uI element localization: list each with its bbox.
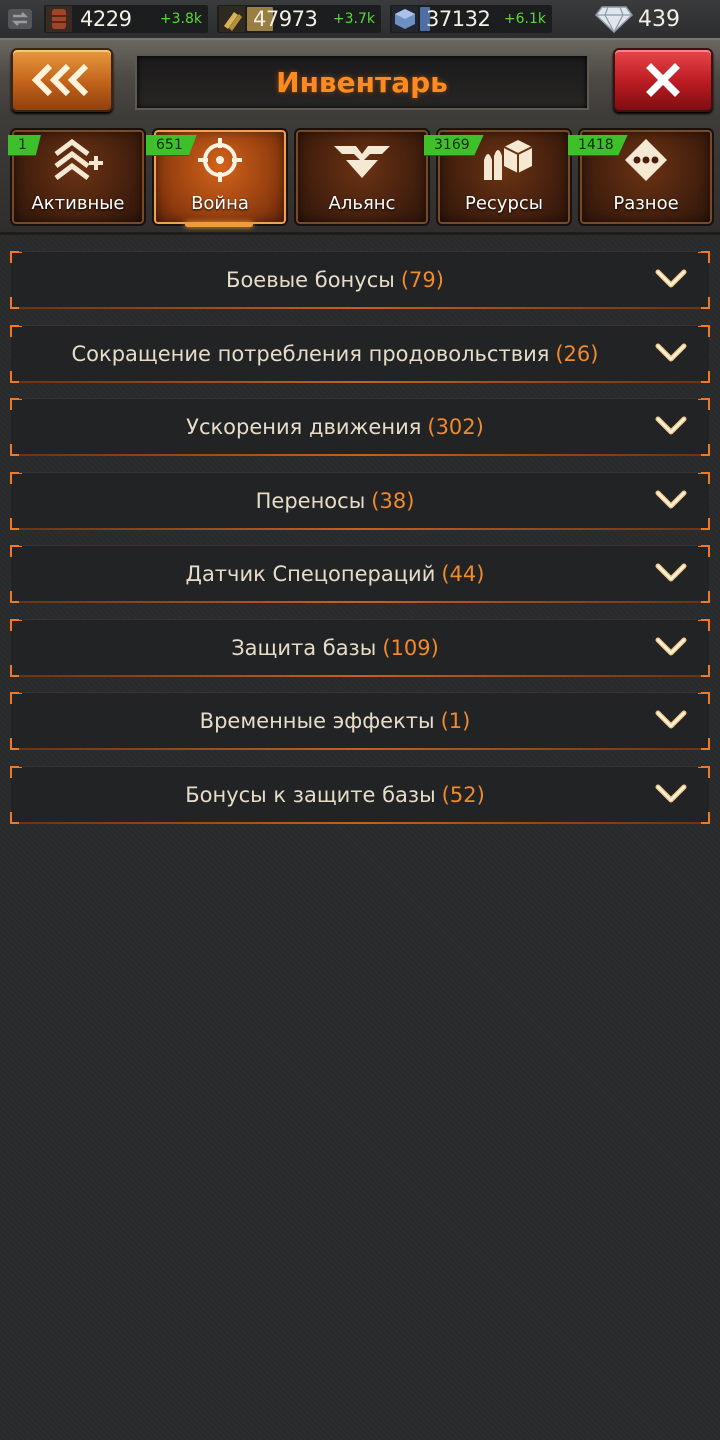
gems-counter[interactable]: 439 [594,3,680,35]
page-title-box: Инвентарь [135,54,589,110]
inventory-header: Инвентарь [0,38,720,124]
triple-chevron-left-icon [31,63,89,97]
resource-oil-gain: +3.8k [159,11,202,27]
category-row[interactable]: Датчик Спецопераций (44) [10,545,710,603]
tab-misc-count: 1418 [568,135,628,156]
category-name: Ускорения движения [186,415,422,439]
category-count: (44) [441,562,485,586]
category-name: Защита базы [231,636,377,660]
resource-ammo[interactable]: 47973 +3.7k [217,5,381,33]
frame-corner [698,472,710,484]
category-row[interactable]: Защита базы (109) [10,619,710,677]
resource-steel-gain: +6.1k [503,11,546,27]
diamond-icon [594,6,634,34]
alliance-wings-icon [334,146,390,178]
resource-steel-value: 37132 [426,7,491,31]
category-name: Переносы [255,489,366,513]
chevron-down-icon[interactable] [655,341,687,367]
frame-corner [698,251,710,263]
category-name: Бонусы к защите базы [185,783,436,807]
category-count: (52) [441,783,485,807]
resource-oil[interactable]: 4229 +3.8k [44,5,208,33]
category-row[interactable]: Боевые бонусы (79) [10,251,710,309]
resource-oil-value: 4229 [80,7,132,31]
category-title: Боевые бонусы (79) [11,252,659,308]
category-title: Временные эффекты (1) [11,693,659,749]
resource-steel[interactable]: 37132 +6.1k [390,5,552,33]
tab-alliance[interactable]: Альянс [294,128,430,226]
frame-corner [698,325,710,337]
category-count: (26) [555,342,599,366]
page-title: Инвентарь [276,65,448,99]
frame-corner [698,545,710,557]
category-row[interactable]: Бонусы к защите базы (52) [10,766,710,824]
frame-corner [698,692,710,704]
gems-value: 439 [638,6,680,32]
oil-barrel-icon [46,6,72,32]
category-title: Ускорения движения (302) [11,399,659,455]
rank-plus-icon [54,138,103,180]
category-title: Защита базы (109) [11,620,659,676]
chevron-down-icon[interactable] [655,782,687,808]
category-count: (1) [440,709,471,733]
back-button[interactable] [11,48,113,112]
tab-active-count: 1 [8,135,41,156]
category-row[interactable]: Переносы (38) [10,472,710,530]
close-button[interactable] [613,48,713,112]
misc-dots-icon [625,139,667,181]
steel-cube-icon [392,6,418,32]
tab-misc-label: Разное [613,193,679,214]
category-name: Датчик Спецопераций [185,562,436,586]
category-count: (79) [400,268,444,292]
category-row[interactable]: Временные эффекты (1) [10,692,710,750]
frame-corner [698,398,710,410]
chevron-down-icon[interactable] [655,561,687,587]
frame-corner [698,766,710,778]
resources-icon [484,140,533,180]
ammo-icon [219,6,245,32]
tab-alliance-label: Альянс [328,193,396,214]
chevron-down-icon[interactable] [655,635,687,661]
crosshair-icon [198,138,242,182]
tab-resources-label: Ресурсы [464,193,543,214]
category-count: (109) [382,636,439,660]
resource-ammo-gain: +3.7k [332,11,375,27]
category-name: Боевые бонусы [226,268,395,292]
category-name: Временные эффекты [199,709,435,733]
close-icon [646,63,680,97]
tab-war-label: Война [191,193,249,214]
resource-bar: 4229 +3.8k 47973 +3.7k 37132 +6.1k 439 [0,0,720,38]
chevron-down-icon[interactable] [655,708,687,734]
chevron-down-icon[interactable] [655,414,687,440]
chevron-down-icon[interactable] [655,267,687,293]
tab-war-count: 651 [146,135,197,156]
chevron-down-icon[interactable] [655,488,687,514]
category-name: Сокращение потребления продовольствия [71,342,550,366]
category-count: (302) [427,415,484,439]
tab-resources-count: 3169 [424,135,484,156]
category-row[interactable]: Сокращение потребления продовольствия (26… [10,325,710,383]
category-title: Датчик Спецопераций (44) [11,546,659,602]
category-count: (38) [371,489,415,513]
category-title: Переносы (38) [11,473,659,529]
category-title: Бонусы к защите базы (52) [11,767,659,823]
frame-corner [698,619,710,631]
category-title: Сокращение потребления продовольствия (26… [11,326,659,382]
swap-icon[interactable] [4,5,36,33]
tab-active-label: Активные [31,193,125,214]
category-row[interactable]: Ускорения движения (302) [10,398,710,456]
resource-ammo-value: 47973 [253,7,318,31]
active-tab-indicator [185,222,253,227]
